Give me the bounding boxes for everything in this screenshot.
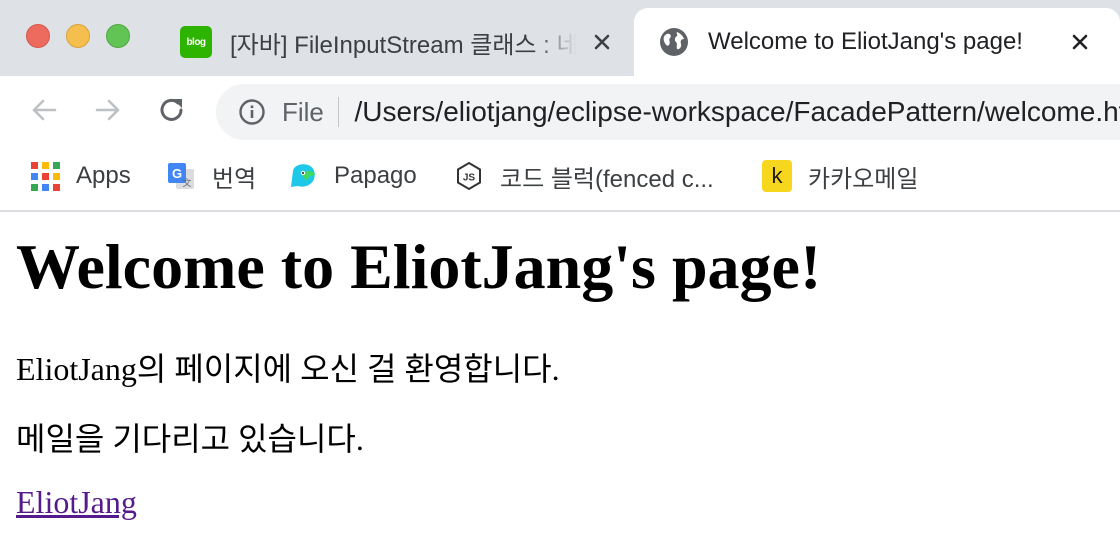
back-button[interactable]	[26, 94, 62, 130]
tab-title: [자바] FileInputStream 클래스 : 네	[230, 31, 576, 59]
bookmark-label: Papago	[334, 162, 417, 189]
info-icon[interactable]	[238, 97, 266, 127]
apps-grid-icon	[30, 161, 60, 191]
bookmark-apps[interactable]: Apps	[30, 160, 131, 192]
svg-text:G: G	[172, 166, 182, 181]
bookmark-label: Apps	[76, 162, 131, 189]
naver-blog-icon: blog	[180, 26, 212, 58]
nodejs-icon: JS	[454, 161, 484, 191]
bookmark-translate[interactable]: G 文 번역	[166, 160, 257, 193]
bookmark-label: 카카오메일	[808, 165, 919, 193]
svg-text:JS: JS	[463, 173, 476, 184]
window-close-button[interactable]	[26, 24, 50, 48]
page-content: Welcome to EliotJang's page! EliotJang의 …	[0, 214, 1120, 546]
forward-button[interactable]	[90, 94, 126, 130]
browser-toolbar: File /Users/eliotjang/eclipse-workspace/…	[0, 76, 1120, 148]
tab-title: Welcome to EliotJang's page!	[708, 28, 1023, 55]
globe-icon	[658, 26, 690, 58]
window-minimize-button[interactable]	[66, 24, 90, 48]
close-icon[interactable]	[590, 30, 614, 54]
google-translate-icon: G 文	[166, 161, 196, 191]
page-heading: Welcome to EliotJang's page!	[16, 231, 822, 302]
arrow-left-icon	[29, 95, 59, 130]
address-bar[interactable]: File /Users/eliotjang/eclipse-workspace/…	[216, 84, 1120, 140]
arrow-right-icon	[93, 95, 123, 130]
bookmark-label: 번역	[212, 165, 257, 193]
svg-text:文: 文	[182, 177, 191, 189]
eliotjang-link[interactable]: EliotJang	[16, 484, 137, 521]
url-text[interactable]: /Users/eliotjang/eclipse-workspace/Facad…	[355, 96, 1120, 128]
window-zoom-button[interactable]	[106, 24, 130, 48]
kakao-mail-icon: k	[762, 160, 792, 192]
tab-welcome[interactable]: Welcome to EliotJang's page!	[634, 8, 1120, 76]
papago-icon	[288, 161, 318, 191]
bookmark-papago[interactable]: Papago	[288, 160, 417, 192]
tab-strip: blog [자바] FileInputStream 클래스 : 네 Welcom…	[0, 0, 1120, 76]
bookmarks-bar: Apps G 文 번역 Papago JS 코드 블럭(fenced c... …	[0, 148, 1120, 212]
bookmark-kakao-mail[interactable]: k 카카오메일	[762, 160, 919, 193]
tab-file-input-stream[interactable]: blog [자바] FileInputStream 클래스 : 네	[166, 8, 626, 76]
close-icon[interactable]	[1068, 30, 1092, 54]
waiting-paragraph: 메일을 기다리고 있습니다.	[16, 421, 364, 457]
reload-button[interactable]	[154, 94, 190, 130]
reload-icon	[157, 95, 187, 130]
scheme-label: File	[282, 96, 324, 127]
bookmark-label: 코드 블럭(fenced c...	[500, 165, 714, 193]
welcome-paragraph: EliotJang의 페이지에 오신 걸 환영합니다.	[16, 351, 560, 387]
omnibox-divider	[337, 97, 339, 127]
bookmark-code-block[interactable]: JS 코드 블럭(fenced c...	[454, 160, 714, 193]
